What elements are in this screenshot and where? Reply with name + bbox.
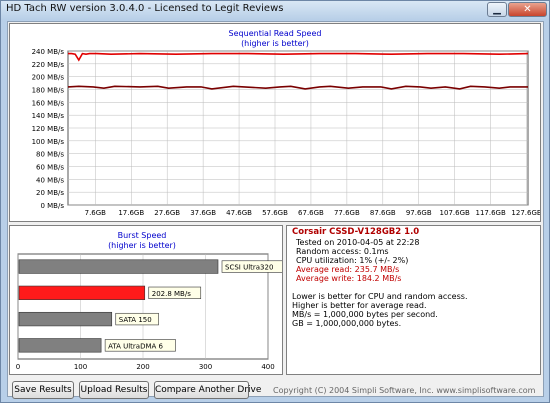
compare-another-drive-button[interactable]: Compare Another Drive	[154, 381, 261, 399]
app-window: HD Tach RW version 3.0.4.0 - Licensed to…	[0, 0, 550, 403]
burst-bar-label: SCSI Ultra320	[225, 264, 273, 272]
read-ytick-label: 140 MB/s	[32, 112, 65, 120]
close-button[interactable]: ✕	[508, 2, 547, 17]
read-xtick-label: 117.6GB	[475, 209, 505, 217]
read-ytick-label: 80 MB/s	[36, 151, 64, 159]
read-ytick-label: 220 MB/s	[32, 61, 65, 69]
read-chart: Sequential Read Speed (higher is better)…	[32, 29, 540, 217]
burst-bar	[18, 338, 102, 353]
save-results-button[interactable]: Save Results	[12, 381, 74, 399]
results-info-panel: Corsair CSSD-V128GB2 1.0 Tested on 2010-…	[286, 225, 541, 375]
burst-bar-label: SATA 150	[119, 316, 152, 324]
read-chart-title: Sequential Read Speed	[229, 29, 322, 38]
average-write: Average write: 184.2 MB/s	[296, 274, 402, 283]
burst-xtick-label: 400	[261, 363, 274, 371]
read-ytick-label: 100 MB/s	[32, 138, 65, 146]
read-ytick-label: 0 MB/s	[40, 202, 64, 210]
read-ytick-label: 180 MB/s	[32, 87, 65, 95]
burst-bar	[18, 285, 146, 300]
read-chart-subtitle: (higher is better)	[241, 39, 309, 48]
read-xtick-label: 97.6GB	[406, 209, 432, 217]
minimize-button[interactable]: ▁	[487, 2, 507, 17]
read-ytick-label: 40 MB/s	[36, 176, 64, 184]
read-chart-panel: Sequential Read Speed (higher is better)…	[9, 23, 541, 222]
read-xtick-label: 47.6GB	[226, 209, 252, 217]
read-ytick-label: 200 MB/s	[32, 74, 65, 82]
note-gb: GB = 1,000,000,000 bytes.	[292, 319, 402, 328]
burst-chart-panel: Burst Speed (higher is better) SCSI Ultr…	[9, 225, 283, 375]
read-ytick-label: 240 MB/s	[32, 48, 65, 56]
read-ytick-label: 20 MB/s	[36, 189, 64, 197]
upload-results-button[interactable]: Upload Results	[79, 381, 149, 399]
read-ytick-label: 160 MB/s	[32, 99, 65, 107]
read-xtick-label: 27.6GB	[154, 209, 180, 217]
burst-bar	[18, 259, 219, 274]
burst-xtick-label: 200	[136, 363, 149, 371]
burst-bar-label: ATA UltraDMA 6	[108, 342, 163, 350]
read-ytick-label: 120 MB/s	[32, 125, 65, 133]
burst-bar-label: 202.8 MB/s	[152, 290, 191, 298]
burst-chart-subtitle: (higher is better)	[108, 241, 176, 250]
burst-xtick-label: 0	[16, 363, 20, 371]
burst-bar	[18, 311, 113, 327]
read-xtick-label: 107.6GB	[440, 209, 470, 217]
read-xtick-label: 7.6GB	[85, 209, 107, 217]
window-title: HD Tach RW version 3.0.4.0 - Licensed to…	[6, 3, 284, 14]
read-xtick-label: 77.6GB	[334, 209, 360, 217]
title-bar: HD Tach RW version 3.0.4.0 - Licensed to…	[1, 1, 549, 19]
read-ytick-label: 60 MB/s	[36, 164, 64, 172]
burst-xtick-label: 300	[199, 363, 212, 371]
read-xtick-label: 67.6GB	[298, 209, 324, 217]
read-xtick-label: 37.6GB	[190, 209, 216, 217]
read-xtick-label: 87.6GB	[370, 209, 396, 217]
copyright-text: Copyright (C) 2004 Simpli Software, Inc.…	[273, 386, 536, 395]
read-xtick-label: 127.6GB	[511, 209, 540, 217]
read-xtick-label: 17.6GB	[118, 209, 144, 217]
drive-name: Corsair CSSD-V128GB2 1.0	[292, 227, 420, 237]
burst-chart: Burst Speed (higher is better) SCSI Ultr…	[16, 231, 282, 371]
burst-xtick-label: 100	[74, 363, 87, 371]
burst-chart-title: Burst Speed	[118, 231, 167, 240]
read-xtick-label: 57.6GB	[262, 209, 288, 217]
